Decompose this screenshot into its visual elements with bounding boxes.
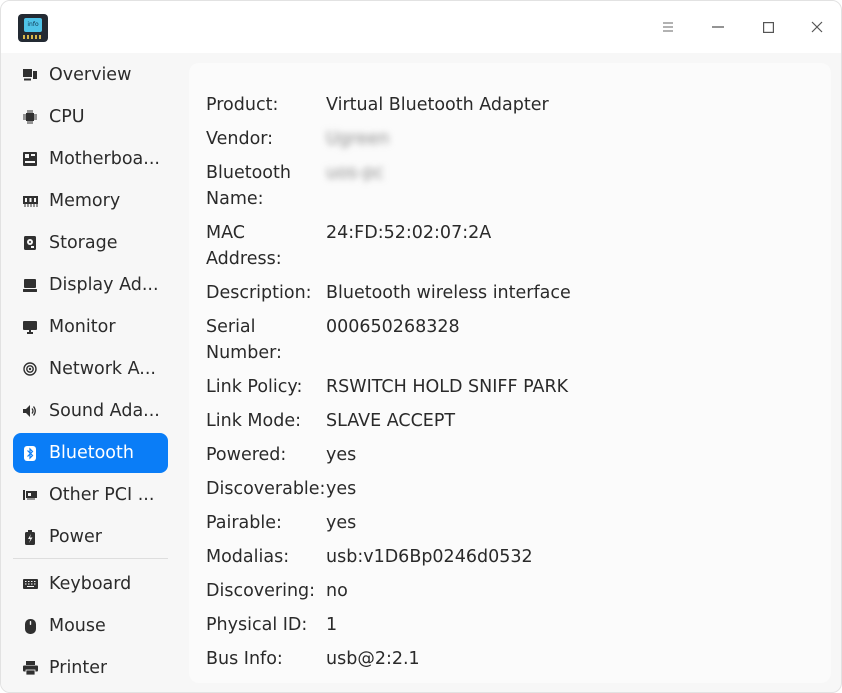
sidebar-item-keyboard[interactable]: Keyboard: [13, 564, 168, 604]
sidebar-item-other-pci[interactable]: Other PCI ...: [13, 475, 168, 515]
hardware-info-app-icon: info: [18, 14, 48, 42]
mouse-icon: [22, 618, 38, 634]
detail-value: 000650268328: [326, 317, 460, 337]
sidebar-item-storage[interactable]: Storage: [13, 223, 168, 263]
monitor-icon: [22, 319, 38, 335]
detail-key: Bluetooth Name:: [206, 163, 291, 209]
detail-key: Physical ID:: [206, 615, 308, 635]
sidebar-item-mouse[interactable]: Mouse: [13, 606, 168, 646]
sidebar-item-label: Bluetooth: [49, 443, 134, 463]
detail-value: yes: [326, 479, 357, 499]
sidebar-divider: [13, 558, 168, 559]
sound-adapter-icon: [22, 403, 38, 419]
detail-key: Modalias:: [206, 547, 290, 567]
detail-key: Product:: [206, 95, 279, 115]
sidebar-item-label: Other PCI ...: [49, 485, 155, 505]
sidebar-item-display-adapter[interactable]: Display Ad...: [13, 265, 168, 305]
sidebar-item-power[interactable]: Power: [13, 517, 168, 557]
sidebar-item-monitor[interactable]: Monitor: [13, 307, 168, 347]
detail-value: SLAVE ACCEPT: [326, 411, 456, 431]
detail-value: usb:v1D6Bp0246d0532: [326, 547, 533, 567]
detail-key: Vendor:: [206, 129, 274, 149]
sidebar-item-label: Network A...: [49, 359, 156, 379]
sidebar-item-memory[interactable]: Memory: [13, 181, 168, 221]
maximize-icon[interactable]: [752, 11, 784, 43]
pci-icon: [22, 487, 38, 503]
sidebar-item-label: Printer: [49, 658, 108, 678]
detail-value: yes: [326, 445, 357, 465]
detail-key: Powered:: [206, 445, 287, 465]
sidebar-item-printer[interactable]: Printer: [13, 648, 168, 688]
motherboard-icon: [22, 151, 38, 167]
overview-icon: [22, 67, 38, 83]
sidebar-item-sound-adapter[interactable]: Sound Ada...: [13, 391, 168, 431]
menu-icon[interactable]: [652, 11, 684, 43]
bluetooth-icon: [22, 445, 38, 461]
keyboard-icon: [22, 576, 38, 592]
detail-key: Link Mode:: [206, 411, 301, 431]
detail-value-redacted: uos-pc: [326, 163, 384, 183]
storage-icon: [22, 235, 38, 251]
detail-value: usb@2:2.1: [326, 649, 420, 669]
detail-value: yes: [326, 513, 357, 533]
detail-value: RSWITCH HOLD SNIFF PARK: [326, 377, 569, 397]
sidebar-item-label: Memory: [49, 191, 121, 211]
printer-icon: [22, 660, 38, 676]
display-adapter-icon: [22, 277, 38, 293]
sidebar-item-label: Overview: [49, 65, 132, 85]
minimize-icon[interactable]: [702, 11, 734, 43]
close-icon[interactable]: [801, 11, 833, 43]
sidebar-item-overview[interactable]: Overview: [13, 55, 168, 95]
sidebar-item-label: Mouse: [49, 616, 106, 636]
network-adapter-icon: [22, 361, 38, 377]
sidebar-item-motherboard[interactable]: Motherboa...: [13, 139, 168, 179]
memory-icon: [22, 193, 38, 209]
cpu-icon: [22, 109, 38, 125]
sidebar-item-label: Sound Ada...: [49, 401, 160, 421]
app-icon-label: info: [24, 18, 42, 32]
sidebar-item-cpu[interactable]: CPU: [13, 97, 168, 137]
sidebar-item-label: Motherboa...: [49, 149, 160, 169]
device-details-panel: Product: Virtual Bluetooth Adapter Vendo…: [189, 63, 831, 683]
detail-key: Discovering:: [206, 581, 316, 601]
detail-key: MAC Address:: [206, 223, 282, 269]
detail-value: Virtual Bluetooth Adapter: [326, 95, 549, 115]
sidebar-item-label: Monitor: [49, 317, 116, 337]
sidebar-item-label: Keyboard: [49, 574, 132, 594]
app-window: info Overview CPU Motherboa... Memory St…: [0, 0, 842, 693]
sidebar: Overview CPU Motherboa... Memory Storage: [1, 53, 179, 692]
detail-key: Discoverable:: [206, 479, 326, 499]
detail-key: Description:: [206, 283, 312, 303]
detail-value: 24:FD:52:02:07:2A: [326, 223, 492, 243]
detail-value: 1: [326, 615, 338, 635]
detail-key: Pairable:: [206, 513, 282, 533]
title-bar: info: [1, 1, 841, 53]
detail-value: no: [326, 581, 348, 601]
power-icon: [22, 529, 38, 545]
detail-value-redacted: Ugreen: [326, 129, 390, 149]
sidebar-item-label: Storage: [49, 233, 118, 253]
sidebar-item-label: Display Ad...: [49, 275, 159, 295]
detail-value: Bluetooth wireless interface: [326, 283, 571, 303]
detail-key: Serial Number:: [206, 317, 282, 363]
sidebar-item-label: Power: [49, 527, 102, 547]
sidebar-item-label: CPU: [49, 107, 85, 127]
sidebar-item-bluetooth[interactable]: Bluetooth: [13, 433, 168, 473]
sidebar-item-network-adapter[interactable]: Network A...: [13, 349, 168, 389]
detail-key: Bus Info:: [206, 649, 283, 669]
detail-key: Link Policy:: [206, 377, 303, 397]
